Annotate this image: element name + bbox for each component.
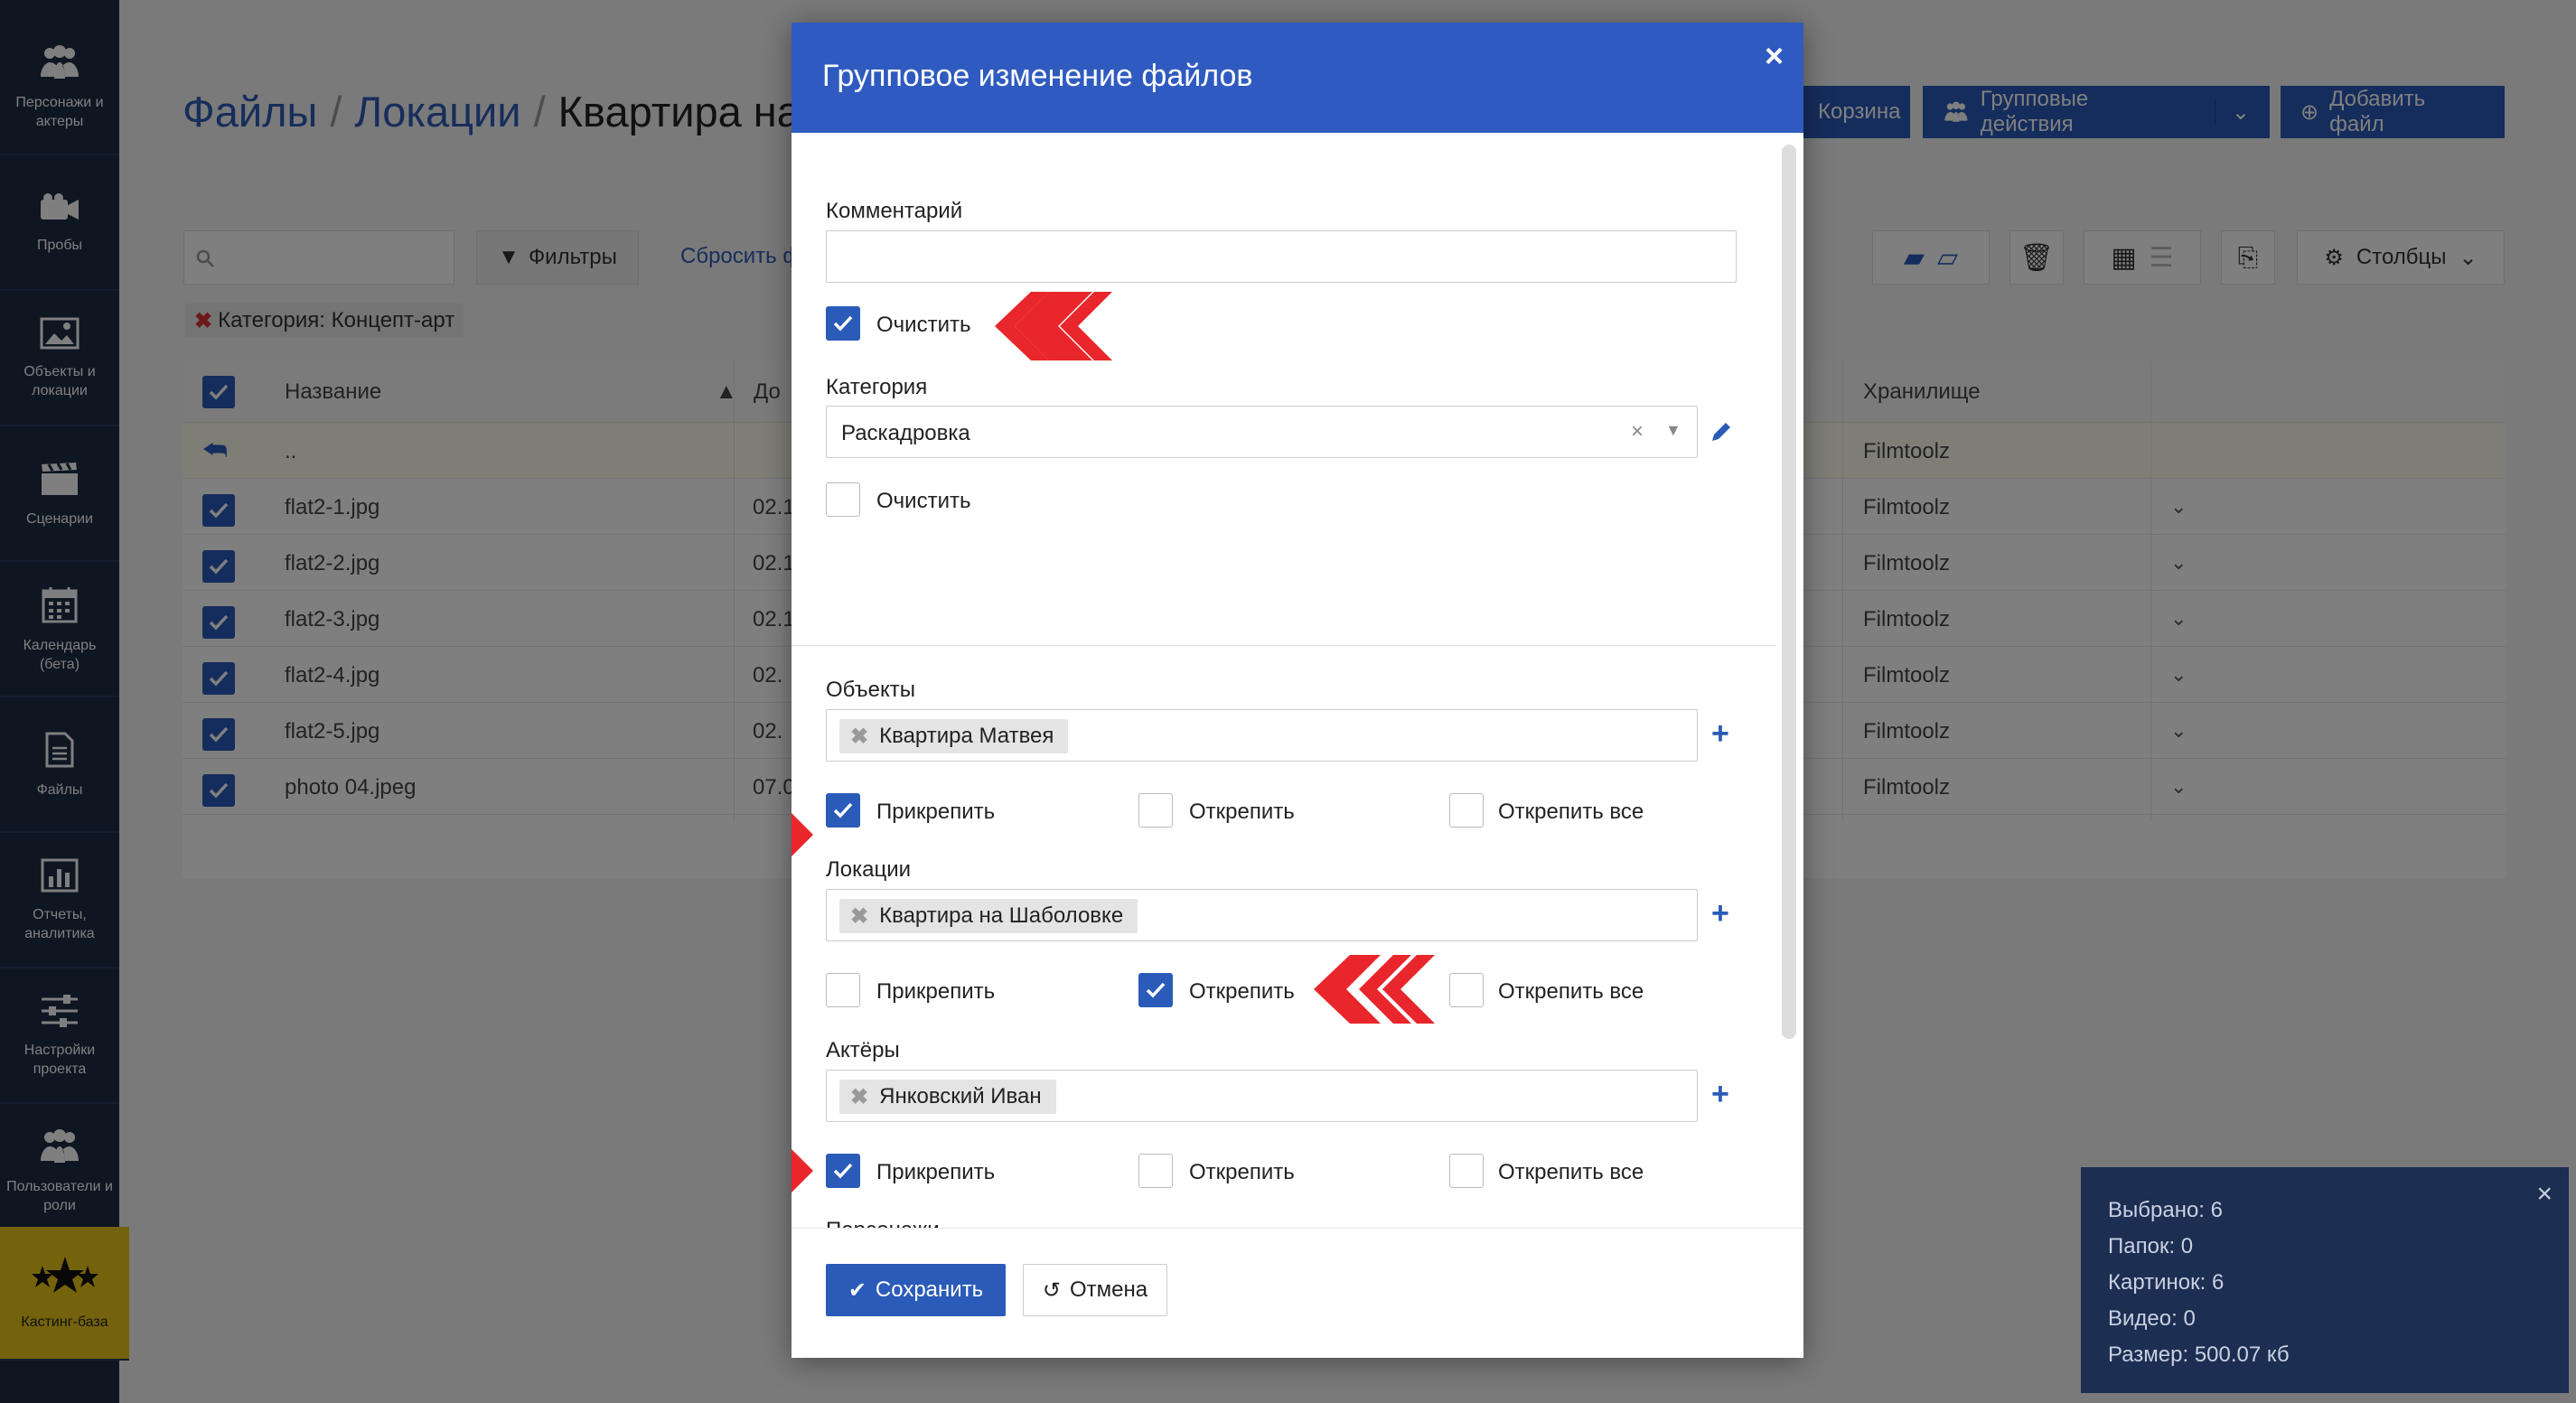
actors-detach-all-label[interactable]: Открепить все: [1498, 1160, 1644, 1185]
caret-down-icon[interactable]: ▼: [1665, 421, 1681, 440]
app-window: Персонажи и актеры Пробы Объекты и локац…: [0, 0, 2576, 1403]
modal-scrollbar[interactable]: [1782, 145, 1796, 1039]
category-value: Раскадровка: [841, 421, 970, 445]
objects-attach-label[interactable]: Прикрепить: [876, 800, 995, 825]
add-object-icon[interactable]: +: [1711, 716, 1729, 752]
red-arrow-right-annotation: [792, 813, 813, 856]
add-actor-icon[interactable]: +: [1711, 1077, 1729, 1112]
actors-attach-checkbox[interactable]: [826, 1154, 860, 1188]
red-arrow-left-annotation: [1314, 955, 1435, 1024]
objects-label: Объекты: [826, 678, 915, 702]
objects-tag-label: Квартира Матвея: [879, 724, 1054, 748]
undo-icon: ↺: [1042, 1277, 1061, 1303]
objects-detach-label[interactable]: Открепить: [1189, 800, 1295, 825]
selection-summary-panel: × Выбрано: 6 Папок: 0 Картинок: 6 Видео:…: [2081, 1167, 2569, 1393]
close-icon[interactable]: ×: [2536, 1176, 2553, 1212]
pictures-count: Картинок: 6: [2108, 1270, 2225, 1295]
cancel-button[interactable]: ↺ Отмена: [1023, 1264, 1167, 1316]
modal-title: Групповое изменение файлов: [822, 59, 1253, 93]
category-select[interactable]: Раскадровка × ▼: [826, 406, 1698, 458]
modal-header: Групповое изменение файлов ×: [792, 23, 1803, 133]
save-button[interactable]: ✔ Сохранить: [826, 1264, 1006, 1316]
close-icon[interactable]: ×: [1765, 37, 1784, 75]
locations-tag[interactable]: ✖ Квартира на Шаболовке: [839, 899, 1138, 933]
pencil-icon[interactable]: [1710, 420, 1733, 444]
actors-tag[interactable]: ✖ Янковский Иван: [839, 1080, 1056, 1114]
selected-count: Выбрано: 6: [2108, 1198, 2223, 1222]
save-label: Сохранить: [875, 1277, 984, 1302]
locations-detach-checkbox[interactable]: [1138, 973, 1173, 1007]
bulk-edit-modal: Групповое изменение файлов × Комментарий…: [792, 23, 1803, 1358]
characters-label: Персонажи: [826, 1218, 940, 1228]
actors-attach-label[interactable]: Прикрепить: [876, 1160, 995, 1185]
actors-detach-checkbox[interactable]: [1138, 1154, 1173, 1188]
add-location-icon[interactable]: +: [1711, 896, 1729, 931]
comment-clear-checkbox[interactable]: [826, 306, 860, 341]
red-arrow-right-annotation: [792, 1149, 813, 1193]
comment-input[interactable]: [826, 230, 1737, 283]
locations-detach-all-label[interactable]: Открепить все: [1498, 979, 1644, 1005]
total-size: Размер: 500.07 кб: [2108, 1342, 2290, 1367]
locations-tag-label: Квартира на Шаболовке: [879, 903, 1124, 928]
modal-footer: ✔ Сохранить ↺ Отмена: [792, 1228, 1803, 1358]
actors-detach-label[interactable]: Открепить: [1189, 1160, 1295, 1185]
videos-count: Видео: 0: [2108, 1306, 2196, 1331]
actors-detach-all-checkbox[interactable]: [1449, 1154, 1484, 1188]
red-arrow-left-annotation: [995, 292, 1112, 360]
remove-tag-icon[interactable]: ✖: [850, 903, 868, 930]
cancel-label: Отмена: [1070, 1277, 1148, 1302]
category-clear-checkbox[interactable]: [826, 482, 860, 517]
remove-tag-icon[interactable]: ✖: [850, 1084, 868, 1110]
locations-detach-label[interactable]: Открепить: [1189, 979, 1295, 1005]
objects-attach-checkbox[interactable]: [826, 793, 860, 828]
category-label: Категория: [826, 375, 928, 399]
clear-icon[interactable]: ×: [1631, 419, 1644, 444]
actors-label: Актёры: [826, 1038, 900, 1062]
section-divider: [792, 645, 1776, 646]
remove-tag-icon[interactable]: ✖: [850, 724, 868, 750]
locations-detach-all-checkbox[interactable]: [1449, 973, 1484, 1007]
objects-detach-all-label[interactable]: Открепить все: [1498, 800, 1644, 825]
check-icon: ✔: [848, 1277, 866, 1303]
objects-multiselect[interactable]: ✖ Квартира Матвея: [826, 709, 1698, 762]
locations-multiselect[interactable]: ✖ Квартира на Шаболовке: [826, 889, 1698, 941]
comment-label: Комментарий: [826, 199, 963, 223]
objects-detach-all-checkbox[interactable]: [1449, 793, 1484, 828]
locations-attach-label[interactable]: Прикрепить: [876, 979, 995, 1005]
locations-label: Локации: [826, 857, 912, 882]
folders-count: Папок: 0: [2108, 1234, 2194, 1258]
objects-tag[interactable]: ✖ Квартира Матвея: [839, 719, 1069, 753]
objects-detach-checkbox[interactable]: [1138, 793, 1173, 828]
actors-multiselect[interactable]: ✖ Янковский Иван: [826, 1070, 1698, 1122]
locations-attach-checkbox[interactable]: [826, 973, 860, 1007]
comment-clear-label[interactable]: Очистить: [876, 313, 970, 338]
category-clear-label[interactable]: Очистить: [876, 489, 970, 514]
actors-tag-label: Янковский Иван: [879, 1084, 1042, 1108]
modal-body: Комментарий Очистить Категория Раскадров…: [792, 133, 1803, 1228]
